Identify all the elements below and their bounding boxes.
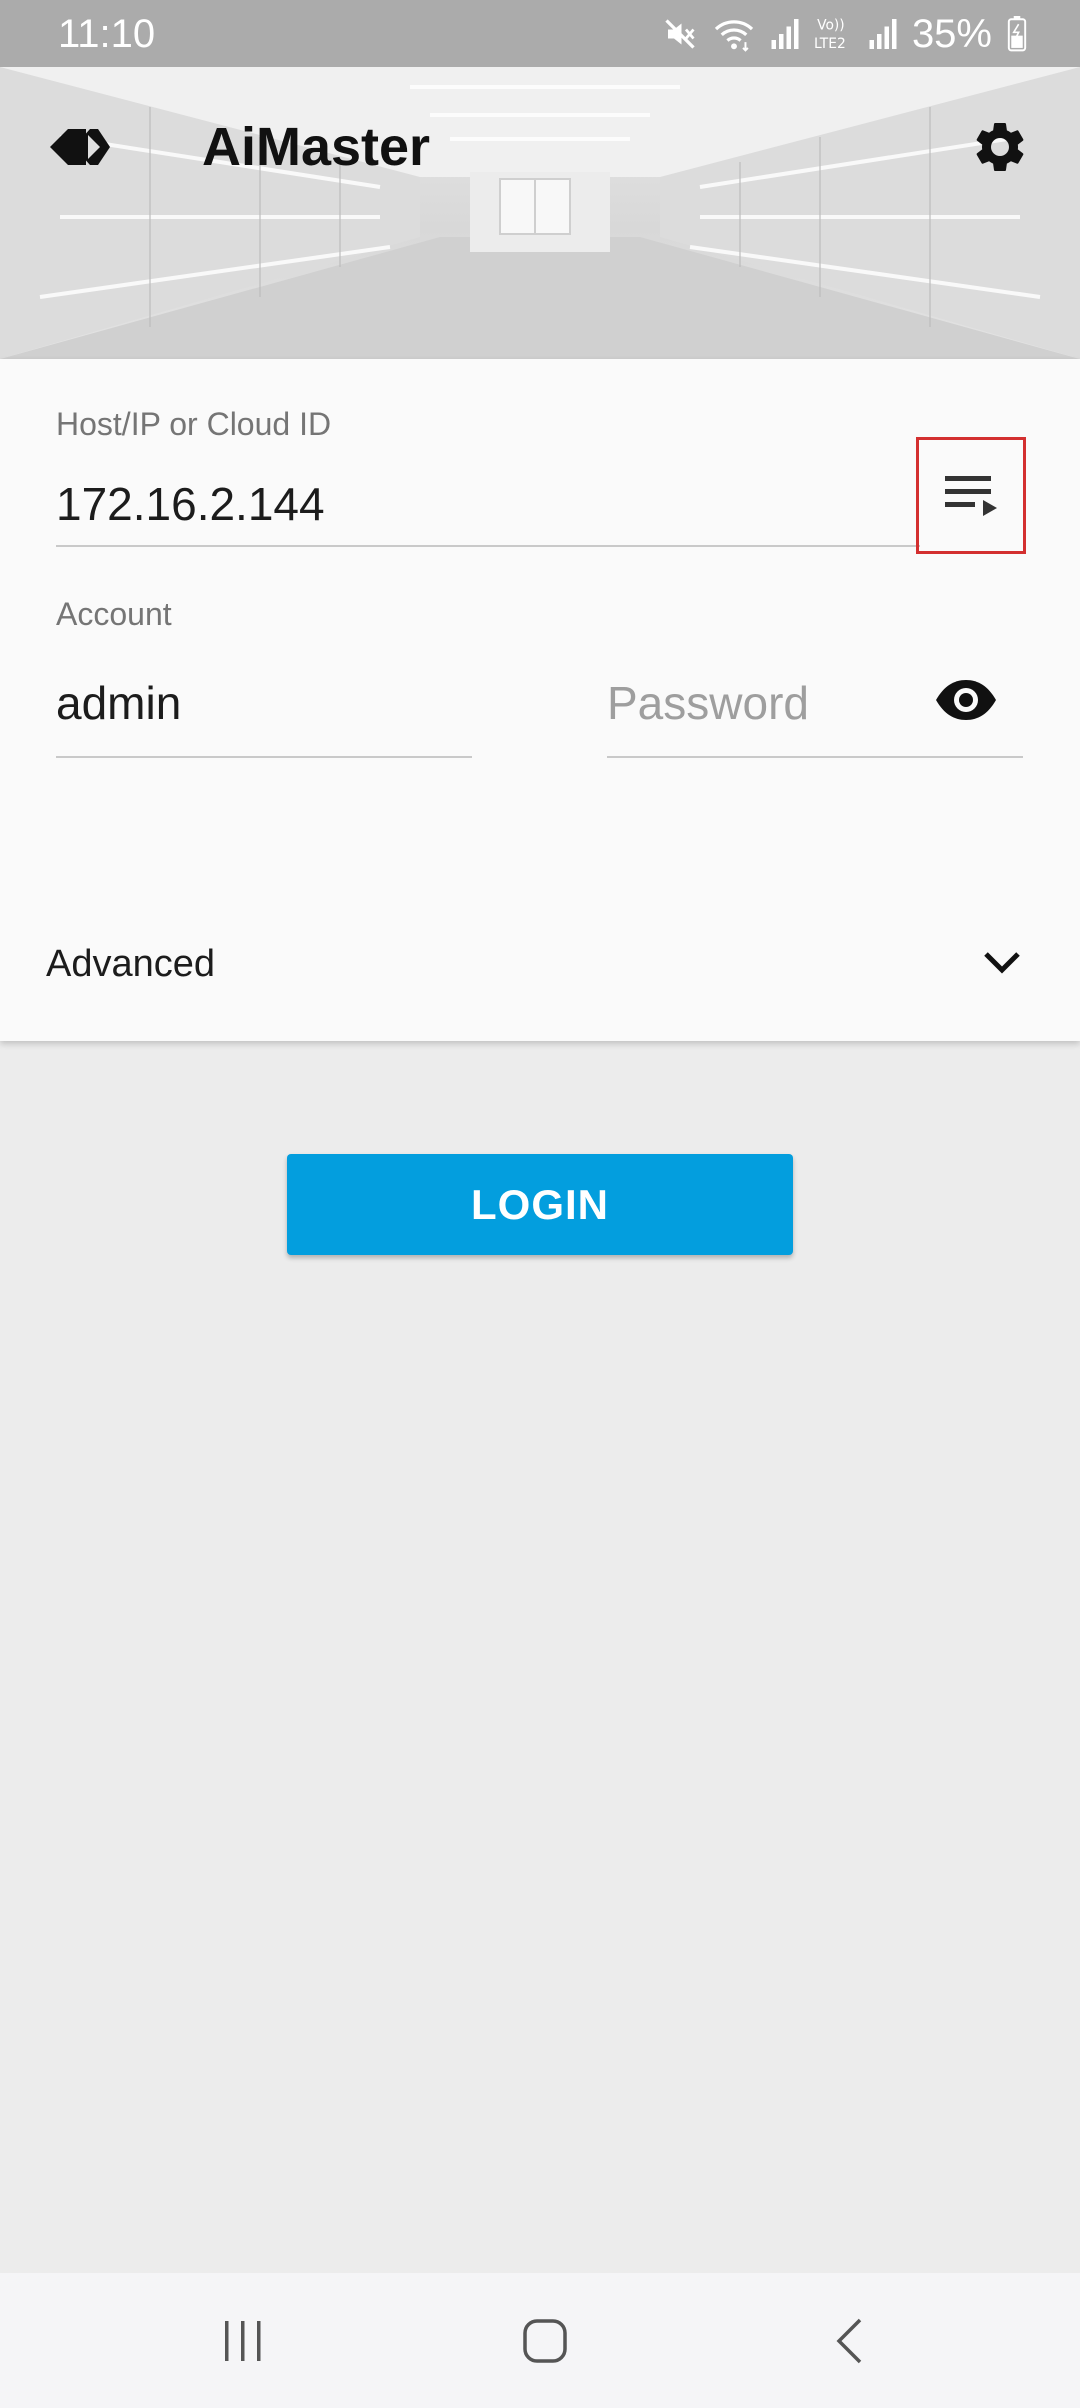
app-header: AiMaster [0, 67, 1080, 359]
signal-icon [869, 19, 897, 49]
battery-percent: 35% [911, 12, 992, 56]
aimaster-logo-icon[interactable] [48, 125, 110, 169]
home-button[interactable] [445, 2273, 645, 2408]
host-label: Host/IP or Cloud ID [56, 406, 332, 442]
status-time: 11:10 [58, 12, 156, 56]
login-button[interactable]: LOGIN [287, 1154, 793, 1255]
system-nav-bar [0, 2273, 1080, 2408]
host-list-button[interactable] [916, 437, 1026, 554]
signal-icon [771, 19, 799, 49]
advanced-toggle[interactable]: Advanced [0, 920, 1080, 1010]
battery-icon [1007, 16, 1027, 52]
home-icon [523, 2318, 567, 2363]
status-bar: 11:10 Vo)) LTE2 35% [0, 0, 1080, 67]
chevron-down-icon [984, 952, 1020, 974]
app-title: AiMaster [202, 117, 431, 177]
status-icons: Vo)) LTE2 35% [662, 10, 1028, 58]
account-underline [56, 756, 472, 758]
svg-text:Vo)): Vo)) [817, 17, 845, 33]
password-underline [607, 756, 1023, 758]
server-room-background [0, 67, 1080, 359]
account-input[interactable]: admin [56, 675, 181, 731]
account-label: Account [56, 596, 172, 632]
back-icon [836, 2318, 862, 2363]
password-input[interactable]: Password [607, 675, 809, 731]
back-button[interactable] [749, 2273, 949, 2408]
host-underline [56, 545, 920, 547]
recent-apps-icon [225, 2320, 261, 2361]
wifi-icon [714, 20, 754, 52]
volte-icon: Vo)) LTE2 [814, 17, 846, 52]
host-input[interactable]: 172.16.2.144 [56, 476, 325, 532]
advanced-label: Advanced [46, 943, 216, 985]
eye-icon[interactable] [934, 676, 998, 724]
playlist-icon [945, 476, 997, 516]
mute-icon [665, 19, 695, 49]
svg-text:LTE2: LTE2 [814, 36, 846, 52]
recent-apps-button[interactable] [143, 2273, 343, 2408]
gear-icon[interactable] [970, 117, 1030, 177]
